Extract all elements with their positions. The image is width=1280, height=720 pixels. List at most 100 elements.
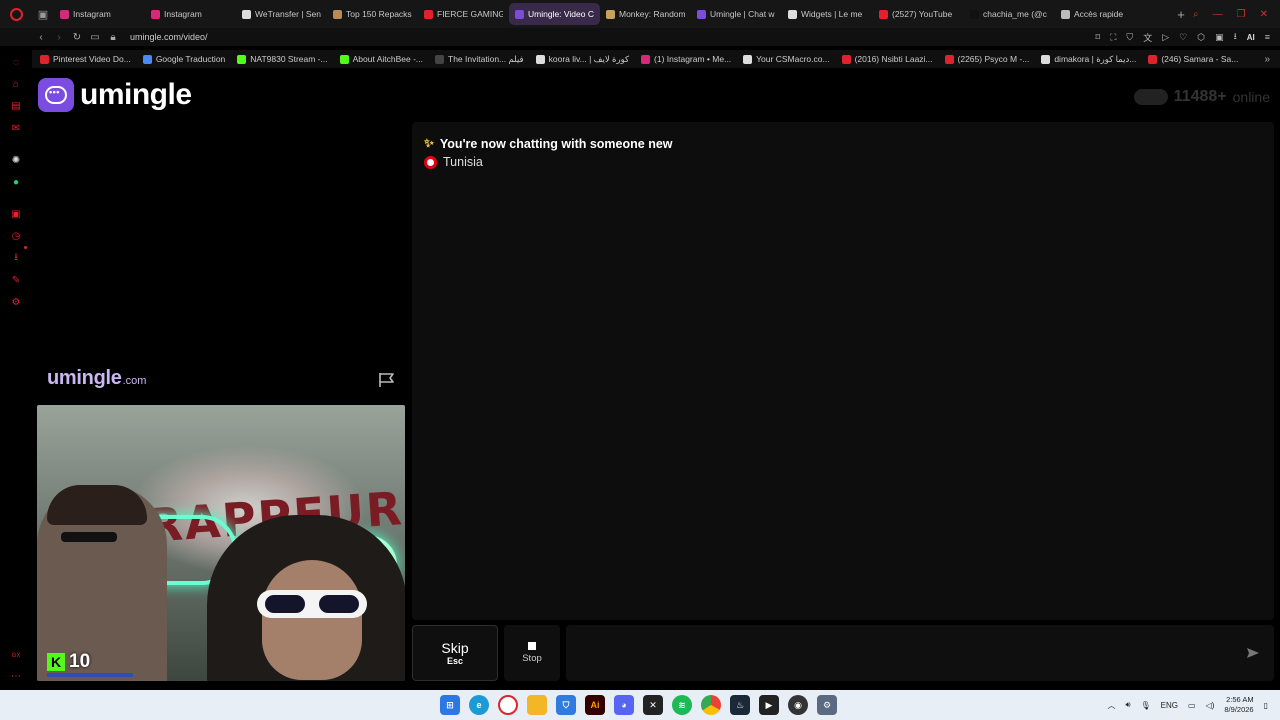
profile-icon[interactable]: ▣: [1215, 32, 1224, 43]
browser-tab[interactable]: FIERCE GAMING: [418, 3, 509, 25]
settings-icon[interactable]: ⚙: [10, 296, 22, 308]
bookmark-item[interactable]: koora liv... | كورة لايف: [530, 54, 635, 65]
browser-tab[interactable]: Monkey: Random: [600, 3, 691, 25]
opera-menu-icon[interactable]: [0, 0, 32, 28]
media-player-icon[interactable]: ▶: [759, 695, 779, 715]
bookmark-item[interactable]: About AitchBee -...: [334, 54, 429, 64]
reload-icon[interactable]: ↻: [68, 32, 86, 43]
close-button[interactable]: ✕: [1260, 9, 1268, 20]
opera-gx-icon[interactable]: [498, 695, 518, 715]
bookmark-favicon-icon: [339, 54, 349, 64]
downloads-icon[interactable]: ⭳: [10, 252, 22, 264]
skip-label: Skip: [441, 640, 469, 656]
message-input[interactable]: [566, 625, 1274, 681]
snapshot-icon[interactable]: ▭: [86, 32, 104, 43]
browser-tab[interactable]: chachia_me (@c: [964, 3, 1055, 25]
bookmark-item[interactable]: dimakora | ديما كورة...: [1035, 54, 1142, 65]
browser-tab[interactable]: Widgets | Le me: [782, 3, 873, 25]
report-flag-icon[interactable]: [378, 372, 396, 388]
clock[interactable]: 2:56 AM 8/9/2026: [1224, 695, 1253, 715]
history-icon[interactable]: ◷: [10, 230, 22, 242]
bookmark-item[interactable]: (1) Instagram • Me...: [635, 54, 737, 64]
steam-icon[interactable]: ♨: [730, 695, 750, 715]
player-icon[interactable]: ▣: [10, 208, 22, 220]
notifications-icon[interactable]: ▯: [1264, 701, 1268, 710]
capcut-icon[interactable]: ✕: [643, 695, 663, 715]
illustrator-icon[interactable]: Ai: [585, 695, 605, 715]
screenshot-icon[interactable]: ⛶: [1110, 32, 1116, 43]
discord-icon[interactable]: ◕: [614, 695, 634, 715]
sidebar-workspace-icon[interactable]: ⌂: [10, 78, 22, 90]
browser-tab-bar: ▣ Instagram Instagram WeTransfer | Sen Top …: [0, 0, 1280, 28]
play-icon[interactable]: ▷: [1162, 32, 1169, 43]
edge-icon[interactable]: e: [469, 695, 489, 715]
bookmark-favicon-icon: [1148, 54, 1158, 64]
bookmark-favicon-icon: [237, 54, 247, 64]
extensions-sidebar-icon[interactable]: ✎: [10, 274, 22, 286]
tab-label: Widgets | Le me: [801, 9, 863, 19]
tab-label: (2527) YouTube: [892, 9, 953, 19]
tab-label: Umingle: Video Chat w: [528, 9, 594, 19]
bookmark-icon[interactable]: ⌑: [1095, 32, 1100, 43]
obs-icon[interactable]: ◉: [788, 695, 808, 715]
language-indicator[interactable]: ENG: [1161, 701, 1178, 710]
easy-setup-icon[interactable]: ≡: [1265, 32, 1270, 42]
speaker-icon[interactable]: ◁): [1206, 701, 1215, 710]
translate-icon[interactable]: 文: [1143, 31, 1152, 44]
browser-tab[interactable]: Umingle | Chat w: [691, 3, 782, 25]
network-icon[interactable]: ▭: [1188, 701, 1196, 710]
chrome-icon[interactable]: [701, 695, 721, 715]
new-tab-button[interactable]: +: [1169, 7, 1193, 22]
mail-icon[interactable]: ✉: [10, 122, 22, 134]
bookmark-item[interactable]: Google Traduction: [137, 54, 231, 64]
browser-tab[interactable]: (2527) YouTube: [873, 3, 964, 25]
aria-ai-button[interactable]: AI: [1247, 33, 1255, 42]
file-explorer-icon[interactable]: [527, 695, 547, 715]
browser-tab[interactable]: Accès rapide: [1055, 3, 1146, 25]
tab-favicon-icon: [515, 9, 524, 19]
microphone-icon[interactable]: 🎙︎: [1141, 701, 1151, 710]
browser-tab[interactable]: Instagram: [145, 3, 236, 25]
send-icon[interactable]: [1246, 647, 1260, 659]
bookmark-item[interactable]: (2265) Psyco M -...: [939, 54, 1036, 64]
aria-icon[interactable]: ◌: [10, 56, 22, 68]
bookmark-item[interactable]: Pinterest Video Do...: [34, 54, 137, 64]
browser-tab[interactable]: WeTransfer | Sen: [236, 3, 327, 25]
tray-overflow-icon[interactable]: ︿: [1107, 700, 1115, 711]
download-icon[interactable]: ⭳: [1234, 29, 1237, 45]
forward-icon[interactable]: ›: [50, 32, 68, 43]
stop-button[interactable]: Stop: [504, 625, 560, 681]
heart-icon[interactable]: ♡: [1179, 32, 1187, 43]
windows-start-icon[interactable]: ⊞: [440, 695, 460, 715]
bookmarks-more-icon[interactable]: »: [1264, 54, 1270, 65]
tab-label: WeTransfer | Sen: [255, 9, 321, 19]
bookmark-item[interactable]: (2016) Nsibti Laazi...: [836, 54, 939, 64]
url-field[interactable]: umingle.com/video/: [130, 32, 1095, 42]
search-tabs-icon[interactable]: ⌕: [1193, 9, 1199, 20]
browser-tab[interactable]: Umingle: Video Chat w: [509, 3, 600, 25]
browser-tab[interactable]: Instagram: [54, 3, 145, 25]
skip-button[interactable]: Skip Esc: [412, 625, 498, 681]
browser-tab[interactable]: Top 150 Repacks: [327, 3, 418, 25]
kick-logo-icon: K: [47, 653, 65, 671]
bookmark-item[interactable]: NAT9830 Stream -...: [231, 54, 333, 64]
bookmark-item[interactable]: The Invitation... فيلم: [429, 54, 530, 65]
settings-app-icon[interactable]: ⚙: [817, 695, 837, 715]
sidebar-more-icon[interactable]: ⋯: [10, 670, 22, 682]
spotify-icon[interactable]: ≋: [672, 695, 692, 715]
site-logo[interactable]: umingle: [38, 78, 192, 112]
volume-icon[interactable]: 🔊︎: [1125, 700, 1130, 710]
back-icon[interactable]: ‹: [32, 32, 50, 43]
bookmark-item[interactable]: Your CSMacro.co...: [737, 54, 835, 64]
extensions-icon[interactable]: ⬡: [1197, 32, 1205, 43]
shield-icon[interactable]: ⛉: [1126, 32, 1133, 43]
messenger-icon[interactable]: ▤: [10, 100, 22, 112]
whatsapp-icon[interactable]: ●: [10, 176, 22, 188]
maximize-button[interactable]: ❐: [1237, 9, 1246, 20]
chatgpt-icon[interactable]: ✺: [10, 154, 22, 166]
gx-icon[interactable]: GX: [10, 650, 22, 662]
minimize-button[interactable]: —: [1213, 9, 1223, 20]
defender-icon[interactable]: ⛉: [556, 695, 576, 715]
bookmark-item[interactable]: (246) Samara - Sa...: [1142, 54, 1244, 64]
tab-islands-icon[interactable]: ▣: [32, 0, 54, 28]
